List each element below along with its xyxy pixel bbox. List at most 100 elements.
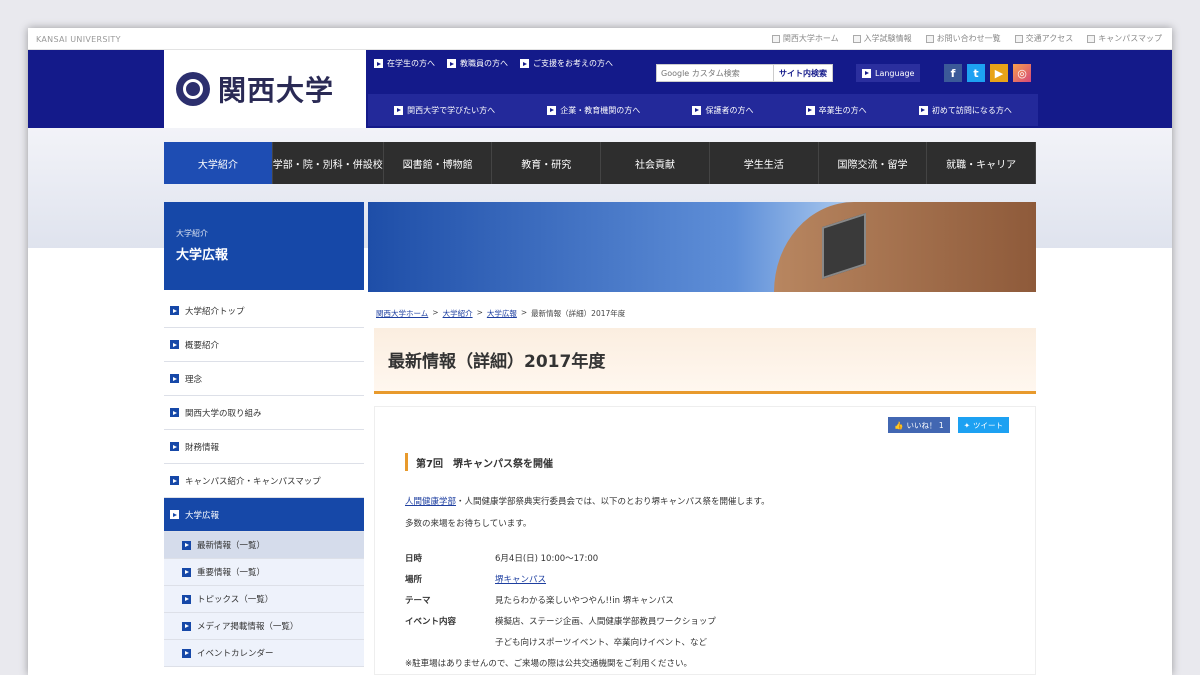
site-logo[interactable]: 関西大学: [164, 50, 366, 128]
utility-link-admissions[interactable]: 入学試験情報: [852, 33, 912, 44]
site-header: 関西大学 在学生の方へ 教職員の方へ ご支援をお考えの方へ サイト内検索 Lan…: [28, 50, 1172, 128]
sidebar-item-philosophy[interactable]: 理念: [164, 362, 364, 396]
breadcrumb: 関西大学ホーム > 大学紹介 > 大学広報 > 最新情報（詳細）2017年度: [376, 308, 626, 319]
thumbs-up-icon: 👍: [894, 420, 904, 430]
sidebar-subitem-important[interactable]: 重要情報（一覧）: [164, 559, 364, 586]
sidebar-item-top[interactable]: 大学紹介トップ: [164, 294, 364, 328]
page-title: 最新情報（詳細）2017年度: [388, 352, 606, 372]
arrow-icon: [918, 105, 928, 115]
arrow-icon: [447, 59, 456, 68]
nav-first-visit[interactable]: 初めて訪問になる方へ: [918, 105, 1012, 116]
breadcrumb-current: 最新情報（詳細）2017年度: [531, 309, 626, 318]
logo-text: 関西大学: [218, 74, 335, 107]
article-body: 👍 いいね！ 1 ✦ ツイート 第7回 堺キャンパス祭を開催 人間健康学部・人間健康…: [374, 406, 1036, 675]
sidebar-subitem-news[interactable]: 最新情報（一覧）: [164, 532, 364, 559]
language-button[interactable]: Language: [856, 64, 921, 82]
gnav-library[interactable]: 図書館・博物館: [384, 142, 493, 184]
audience-nav: 在学生の方へ 教職員の方へ ご支援をお考えの方へ: [374, 58, 613, 69]
arrow-icon: [170, 442, 179, 451]
arrow-icon: [692, 105, 702, 115]
arrow-icon: [805, 105, 815, 115]
link-icon: [771, 34, 780, 43]
sidebar-header: 大学紹介 大学広報: [164, 202, 364, 290]
share-buttons: 👍 いいね！ 1 ✦ ツイート: [888, 417, 1009, 433]
utility-link-home[interactable]: 関西大学ホーム: [771, 33, 839, 44]
arrow-icon: [520, 59, 529, 68]
arrow-icon: [374, 59, 383, 68]
arrow-icon: [182, 648, 191, 658]
sidebar-subitem-topics[interactable]: トピックス（一覧）: [164, 586, 364, 613]
utility-bar: KANSAI UNIVERSITY 関西大学ホーム 入学試験情報 お問い合わせ一…: [28, 28, 1172, 50]
arrow-icon: [170, 408, 179, 417]
arrow-icon: [182, 567, 191, 577]
info-row-theme: テーマ 見たらわかる楽しいやつやん!!in 堺キャンパス: [405, 595, 674, 606]
nav-staff[interactable]: 教職員の方へ: [447, 58, 508, 69]
global-nav: 大学紹介 学部・院・別科・併設校 図書館・博物館 教育・研究 社会貢献 学生生活…: [164, 142, 1037, 184]
article-lead: 人間健康学部・人間健康学部祭典実行委員会では、以下のとおり堺キャンパス祭を開催し…: [405, 497, 770, 529]
faculty-link[interactable]: 人間健康学部: [405, 497, 456, 507]
sidebar-item-campus[interactable]: キャンパス紹介・キャンパスマップ: [164, 464, 364, 498]
utility-link-contact[interactable]: お問い合わせ一覧: [925, 33, 1001, 44]
info-row-events: イベント内容 模擬店、ステージ企画、人間健康学部教員ワークショップ: [405, 616, 716, 627]
sidebar-menu: 大学紹介トップ 概要紹介 理念 関西大学の取り組み 財務情報 キャンパス紹介・キ…: [164, 294, 364, 667]
link-icon: [1087, 34, 1096, 43]
browser-page: KANSAI UNIVERSITY 関西大学ホーム 入学試験情報 お問い合わせ一…: [28, 28, 1172, 675]
utility-link-access[interactable]: 交通アクセス: [1014, 33, 1073, 44]
sidebar-item-finance[interactable]: 財務情報: [164, 430, 364, 464]
arrow-icon: [170, 374, 179, 383]
facebook-icon[interactable]: f: [944, 64, 962, 82]
gnav-student-life[interactable]: 学生生活: [710, 142, 819, 184]
twitter-icon[interactable]: t: [967, 64, 985, 82]
breadcrumb-pr[interactable]: 大学広報: [487, 308, 517, 319]
visitor-nav: 関西大学で学びたい方へ 企業・教育機関の方へ 保護者の方へ 卒業生の方へ 初めて…: [368, 94, 1038, 126]
sidebar-subitem-calendar[interactable]: イベントカレンダー: [164, 640, 364, 667]
instagram-icon[interactable]: ◎: [1013, 64, 1031, 82]
tweet-button[interactable]: ✦ ツイート: [957, 417, 1009, 433]
link-icon: [925, 34, 934, 43]
arrow-icon: [547, 105, 557, 115]
facebook-like-button[interactable]: 👍 いいね！ 1: [888, 417, 950, 433]
arrow-icon: [182, 540, 191, 550]
breadcrumb-home[interactable]: 関西大学ホーム: [376, 308, 428, 319]
link-icon: [1014, 34, 1023, 43]
article-heading: 第7回 堺キャンパス祭を開催: [405, 453, 553, 471]
utility-brand: KANSAI UNIVERSITY: [36, 35, 121, 44]
page-title-box: 最新情報（詳細）2017年度: [374, 328, 1036, 394]
nav-students[interactable]: 在学生の方へ: [374, 58, 435, 69]
gnav-social[interactable]: 社会貢献: [601, 142, 710, 184]
info-row-date: 日時 6月4日(日) 10:00～17:00: [405, 553, 599, 564]
hero-banner: [368, 202, 1036, 292]
link-icon: [852, 34, 861, 43]
gnav-faculties[interactable]: 学部・院・別科・併設校: [273, 142, 384, 184]
university-emblem-icon: [176, 72, 210, 106]
sidebar-item-initiatives[interactable]: 関西大学の取り組み: [164, 396, 364, 430]
nav-prospective[interactable]: 関西大学で学びたい方へ: [394, 105, 495, 116]
info-row-place: 場所 堺キャンパス: [405, 574, 547, 585]
sidebar-item-overview[interactable]: 概要紹介: [164, 328, 364, 362]
parking-note: ※駐車場はありませんので、ご来場の際は公共交通機関をご利用ください。: [405, 659, 693, 669]
nav-corporate[interactable]: 企業・教育機関の方へ: [547, 105, 640, 116]
nav-alumni[interactable]: 卒業生の方へ: [805, 105, 867, 116]
nav-supporters[interactable]: ご支援をお考えの方へ: [520, 58, 613, 69]
sidebar-item-pr[interactable]: 大学広報: [164, 498, 364, 532]
gnav-international[interactable]: 国際交流・留学: [819, 142, 928, 184]
gnav-research[interactable]: 教育・研究: [492, 142, 602, 184]
sidebar-subitem-media[interactable]: メディア掲載情報（一覧）: [164, 613, 364, 640]
building-image: [774, 202, 1036, 292]
nav-parents[interactable]: 保護者の方へ: [692, 105, 753, 116]
arrow-icon: [182, 621, 191, 631]
arrow-icon: [170, 306, 179, 315]
twitter-icon: ✦: [963, 420, 970, 430]
utility-link-map[interactable]: キャンパスマップ: [1087, 33, 1162, 44]
sidebar-title: 大学広報: [176, 248, 229, 263]
search-input[interactable]: [656, 64, 774, 82]
arrow-icon: [170, 340, 179, 349]
arrow-icon: [170, 476, 179, 485]
youtube-icon[interactable]: ▶: [990, 64, 1008, 82]
gnav-career[interactable]: 就職・キャリア: [927, 142, 1037, 184]
arrow-icon: [862, 68, 871, 78]
breadcrumb-about[interactable]: 大学紹介: [443, 308, 473, 319]
gnav-about[interactable]: 大学紹介: [164, 142, 273, 184]
campus-link[interactable]: 堺キャンパス: [495, 575, 546, 585]
search-button[interactable]: サイト内検索: [774, 64, 833, 82]
